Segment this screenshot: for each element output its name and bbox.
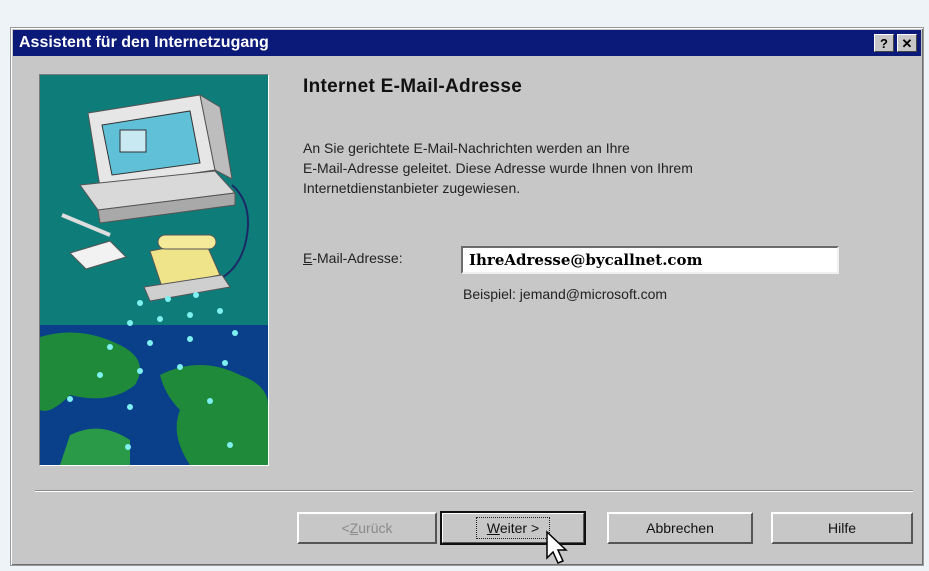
next-button-label: Weiter > (475, 517, 551, 539)
title-bar[interactable]: Assistent für den Internetzugang ? ✕ (13, 30, 921, 56)
back-button[interactable]: < Zurück (297, 512, 437, 544)
page-heading: Internet E-Mail-Adresse (303, 76, 523, 97)
cancel-button[interactable]: Abbrechen (607, 512, 753, 544)
description-line: An Sie gerichtete E-Mail-Nachrichten wer… (303, 140, 630, 156)
next-button[interactable]: Weiter > (440, 511, 586, 545)
help-button[interactable]: Hilfe (771, 512, 913, 544)
email-label: E-Mail-Adresse: (303, 250, 403, 266)
description-line: E-Mail-Adresse geleitet. Diese Adresse w… (303, 160, 693, 176)
computer-phone-globe-icon (40, 93, 268, 465)
button-divider (35, 490, 913, 492)
email-example: Beispiel: jemand@microsoft.com (463, 286, 668, 302)
next-button-accelerator: W (486, 520, 500, 536)
wizard-illustration (39, 74, 269, 466)
email-field[interactable] (461, 246, 839, 274)
window-title: Assistent für den Internetzugang (19, 34, 269, 51)
email-label-text: -Mail-Adresse: (312, 250, 403, 266)
close-icon[interactable]: ✕ (897, 34, 917, 52)
help-title-button[interactable]: ? (874, 34, 894, 52)
back-button-label: urück (358, 520, 393, 536)
back-button-prefix: < (341, 520, 350, 536)
title-bar-buttons: ? ✕ (874, 34, 921, 52)
description-line: Internetdienstanbieter zugewiesen. (303, 180, 521, 196)
page-description: An Sie gerichtete E-Mail-Nachrichten wer… (303, 138, 893, 198)
wizard-dialog: Assistent für den Internetzugang ? ✕ Int… (10, 27, 924, 566)
back-button-accelerator: Z (349, 520, 359, 536)
email-label-accelerator: E (303, 250, 313, 266)
next-button-text: eiter > (499, 520, 540, 536)
